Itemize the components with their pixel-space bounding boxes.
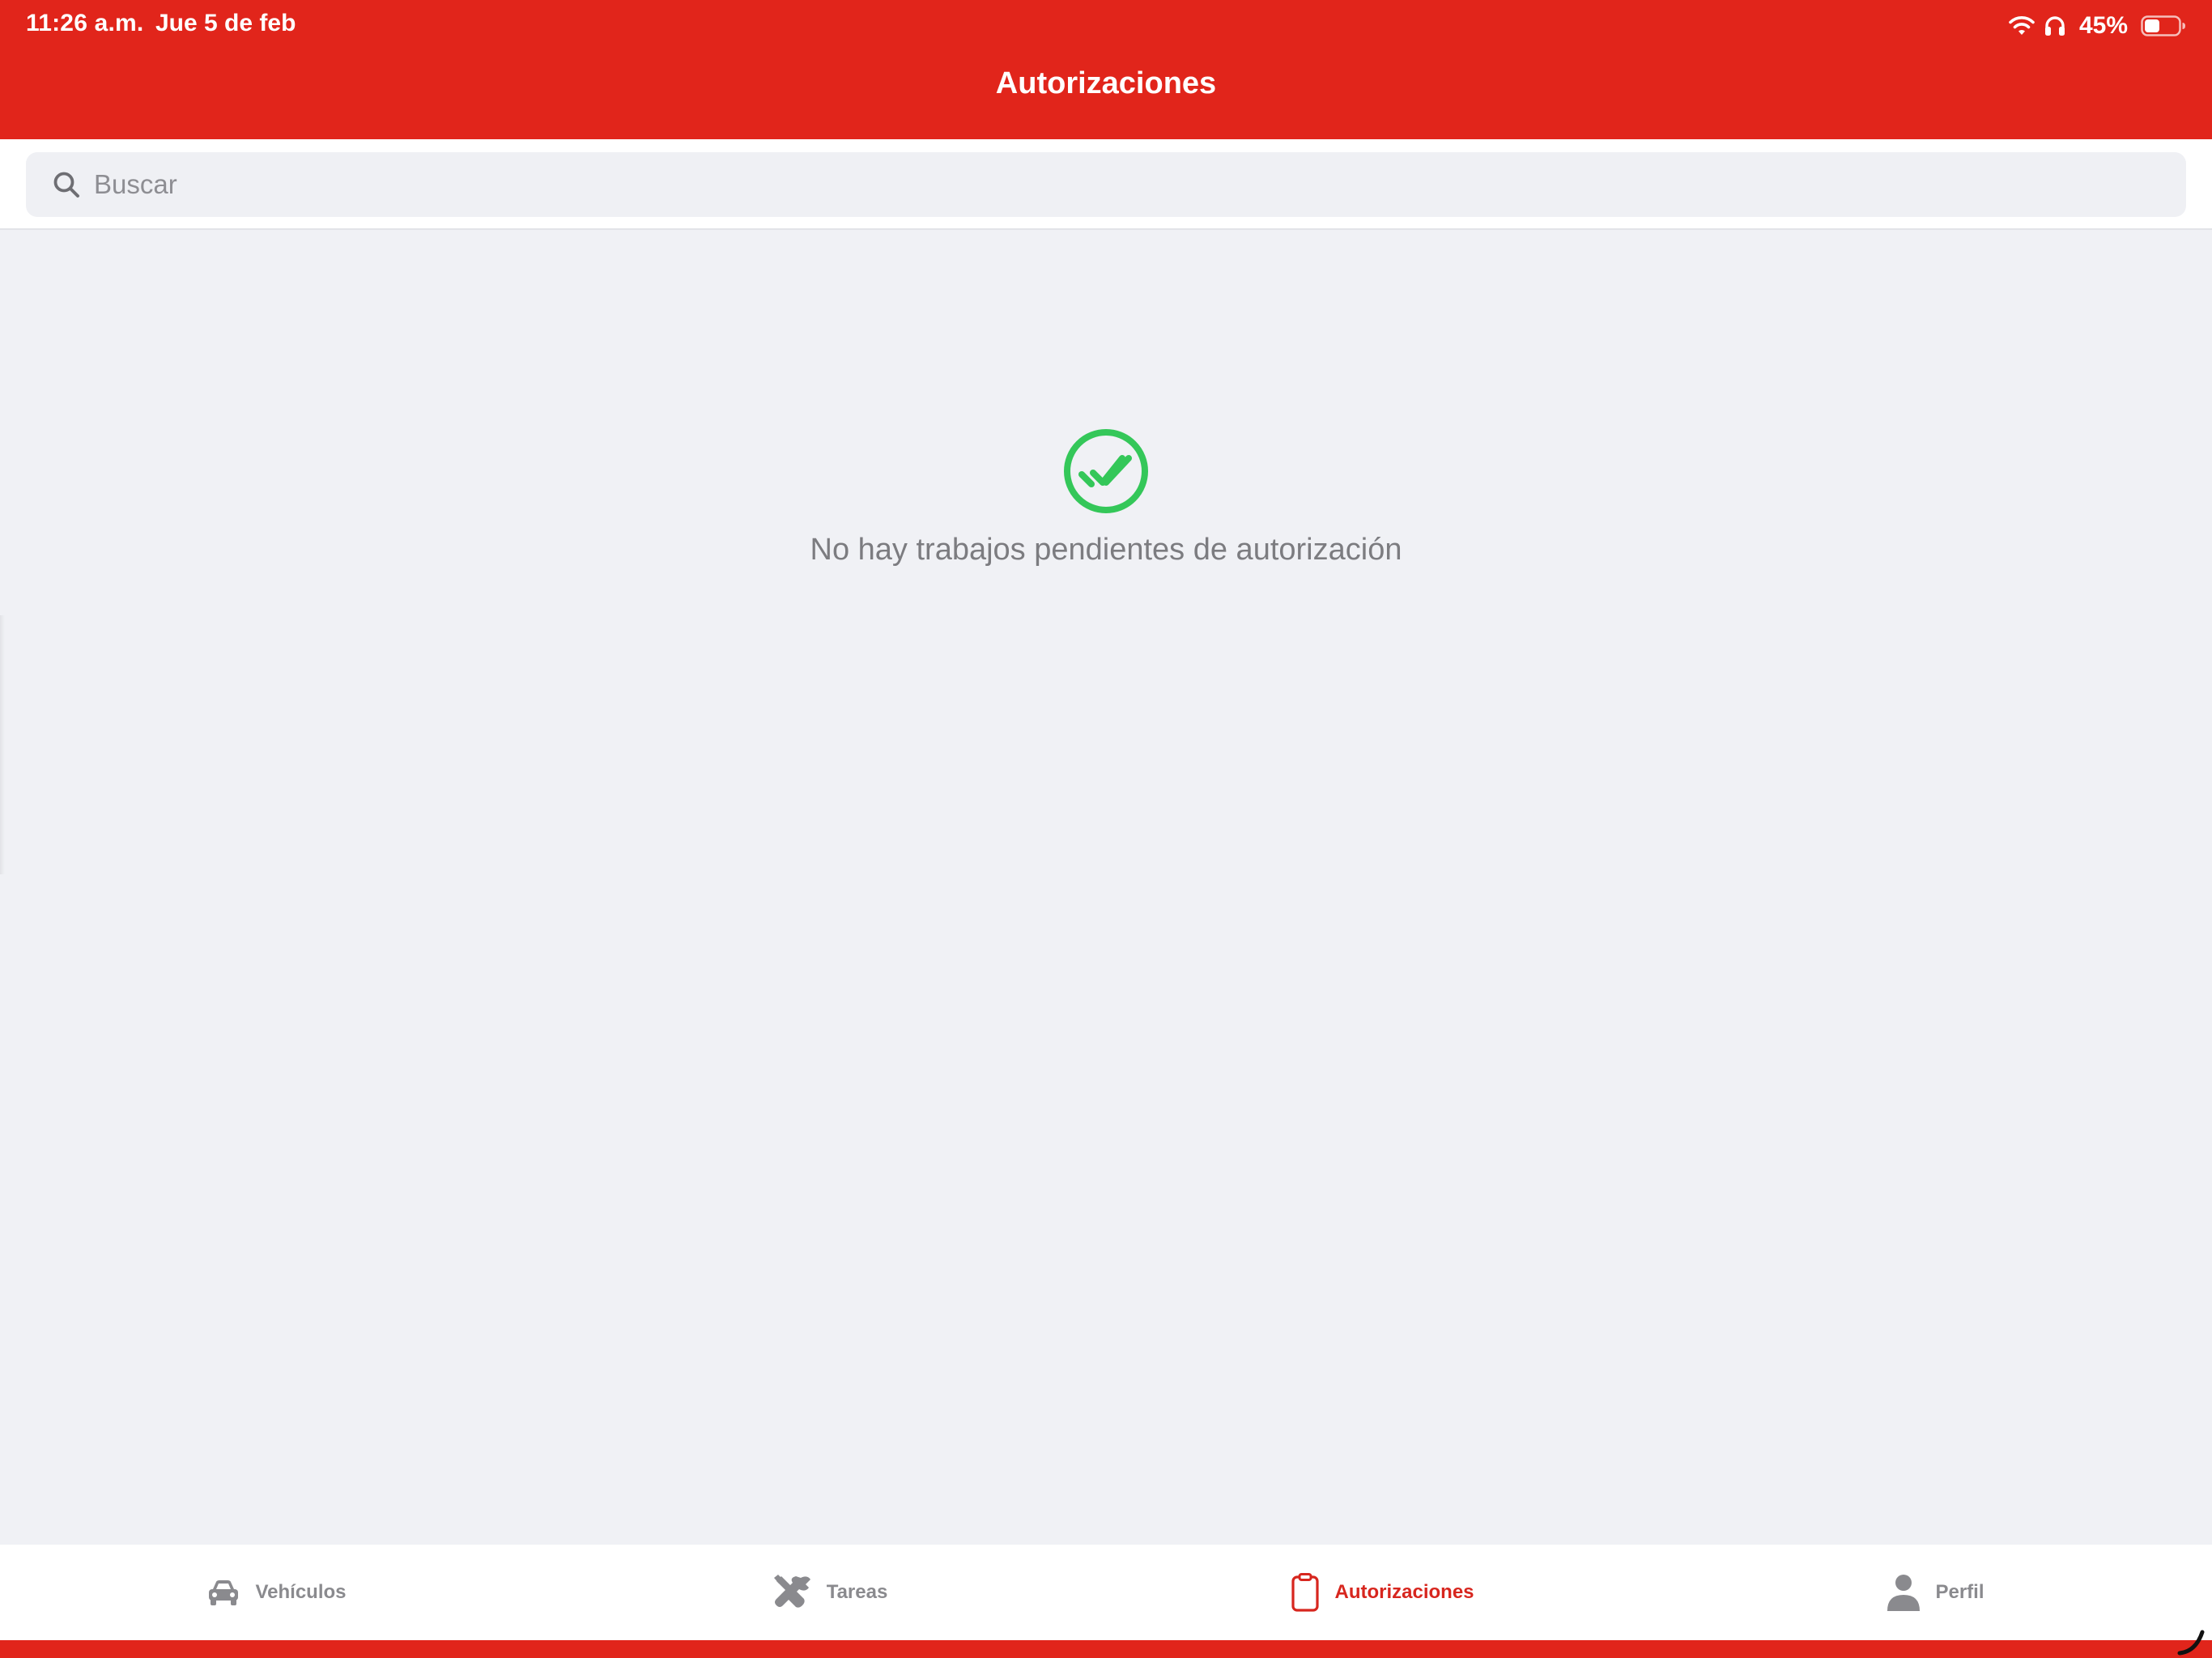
search-icon [53, 172, 79, 198]
resize-handle-icon[interactable] [2175, 1624, 2207, 1656]
tab-label: Autorizaciones [1334, 1581, 1474, 1603]
headphones-icon [2044, 16, 2065, 36]
tab-autorizaciones[interactable]: Autorizaciones [1106, 1545, 1659, 1640]
battery-icon [2141, 15, 2185, 36]
search-input[interactable] [92, 152, 2167, 217]
edge-shade [0, 615, 5, 874]
status-indicators: 45% [2008, 8, 2186, 44]
tab-vehiculos[interactable]: Vehículos [0, 1545, 553, 1640]
empty-state-message: No hay trabajos pendientes de autorizaci… [810, 533, 1402, 567]
status-time: 11:26 a.m. [26, 10, 144, 36]
tab-perfil[interactable]: Perfil [1659, 1545, 2212, 1640]
app-header: 11:26 a.m. Jue 5 de feb 45% Autorizacion… [0, 0, 2212, 139]
person-icon [1887, 1575, 1921, 1611]
status-date: Jue 5 de feb [155, 10, 296, 36]
clipboard-icon [1291, 1573, 1320, 1612]
wifi-icon [2009, 16, 2035, 35]
double-check-circle-icon [1064, 429, 1148, 513]
tab-tareas[interactable]: Tareas [553, 1545, 1106, 1640]
tools-icon [773, 1575, 810, 1608]
search-box[interactable] [26, 152, 2186, 217]
empty-state: No hay trabajos pendientes de autorizaci… [0, 427, 2212, 568]
tab-label: Vehículos [255, 1581, 347, 1603]
tab-label: Tareas [826, 1581, 888, 1603]
battery-percentage: 45% [2078, 12, 2128, 39]
car-icon [209, 1580, 239, 1605]
page-title: Autorizaciones [995, 66, 1217, 100]
bottom-brand-strip [0, 1640, 2212, 1658]
tab-label: Perfil [1935, 1581, 1984, 1603]
bottom-tab-bar: Vehículos Tareas Autorizaciones Perfil [0, 1545, 2212, 1640]
search-bar-container [0, 139, 2212, 230]
